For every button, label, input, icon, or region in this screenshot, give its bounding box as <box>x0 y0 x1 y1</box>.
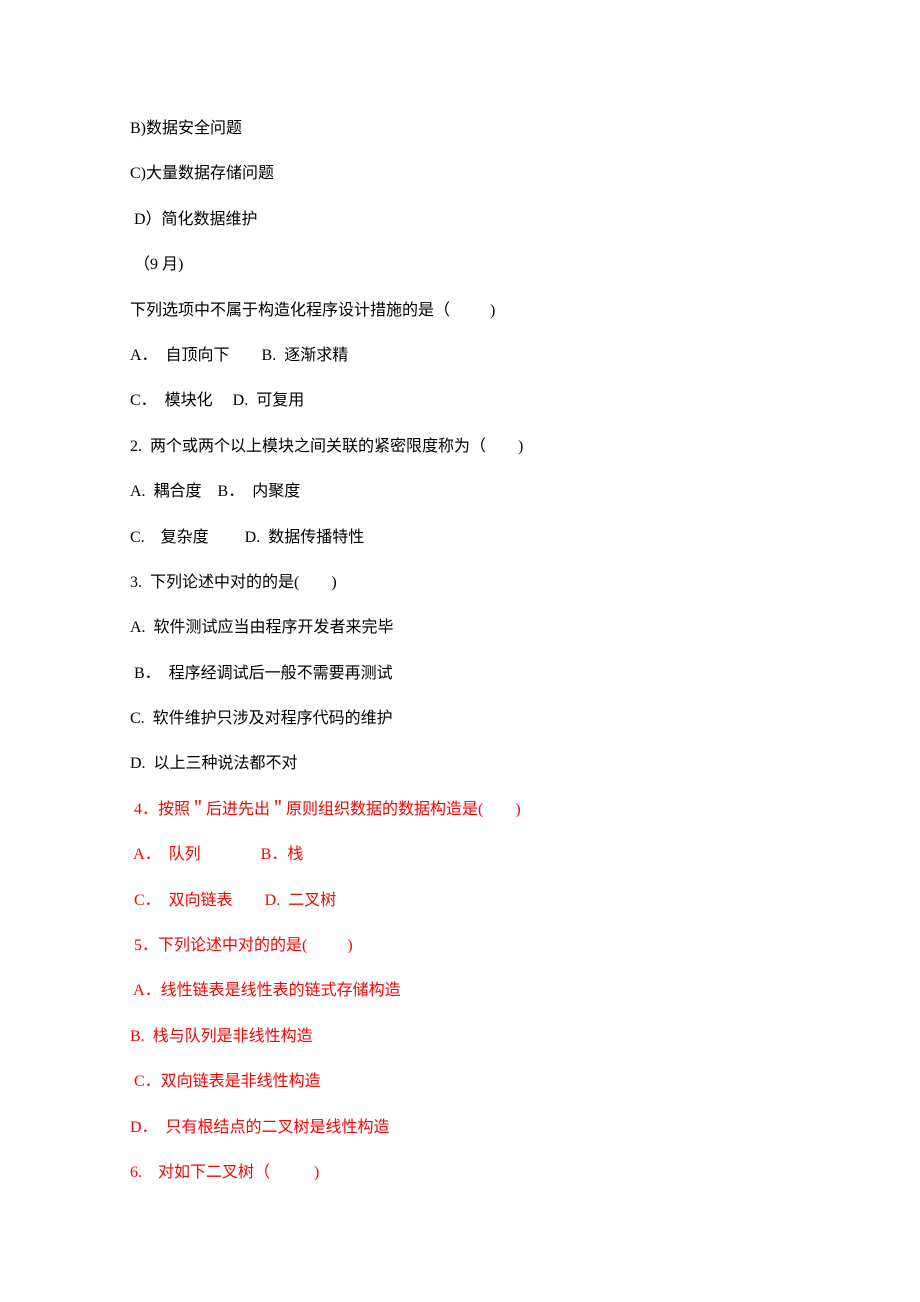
text-line: A. 耦合度 ﻿﻿﻿B． 内聚度 <box>130 481 790 503</box>
text-line: 4．按照＂后进先出＂原则组织数据的数据构造是( ) <box>130 799 790 821</box>
text-line: C．双向链表是非线性构造 <box>130 1071 790 1093</box>
text-line: C． 双向链表 ﻿ ﻿D. 二叉树 <box>130 890 790 912</box>
text-line: （9 月) <box>130 254 790 276</box>
text-line: A．线性链表是线性表的链式存储构造 <box>130 980 790 1002</box>
document-page: B)数据安全问题 C)大量数据存储问题 D）简化数据维护 （9 月) 下列选项中不属… <box>0 0 920 1184</box>
text-line: C. 复杂度 ﻿﻿D. 数据传播特性 <box>130 527 790 549</box>
text-line: D. 以上三种说法都不对 <box>130 753 790 775</box>
text-line: D）简化数据维护 <box>130 209 790 231</box>
text-line: 6. 对如下二叉树（ ) <box>130 1162 790 1184</box>
text-line: D． 只有根结点的二叉树是线性构造 <box>130 1117 790 1139</box>
text-line: A. 软件测试应当由程序开发者来完毕 <box>130 617 790 639</box>
text-line: 下列选项中不属于构造化程序设计措施的是（ ) <box>130 300 790 322</box>
text-line: 5．下列论述中对的的是( ) <box>130 935 790 957</box>
text-line: B. 栈与队列是非线性构造 <box>130 1026 790 1048</box>
text-line: 3. 下列论述中对的的是( ) <box>130 572 790 594</box>
text-line: C)大量数据存储问题 <box>130 163 790 185</box>
text-line: C. 软件维护只涉及对程序代码的维护 <box>130 708 790 730</box>
text-line: C． 模块化 ﻿﻿﻿ D. 可复用 <box>130 390 790 412</box>
text-line: B)数据安全问题 <box>130 118 790 140</box>
text-line: 2. 两个或两个以上模块之间关联的紧密限度称为（ ) <box>130 436 790 458</box>
text-line: A． 队列 ﻿﻿ B．栈 <box>130 844 790 866</box>
text-line: A． 自顶向下 ﻿﻿ B. 逐渐求精 <box>130 345 790 367</box>
text-line: B． 程序经调试后一般不需要再测试 <box>130 663 790 685</box>
